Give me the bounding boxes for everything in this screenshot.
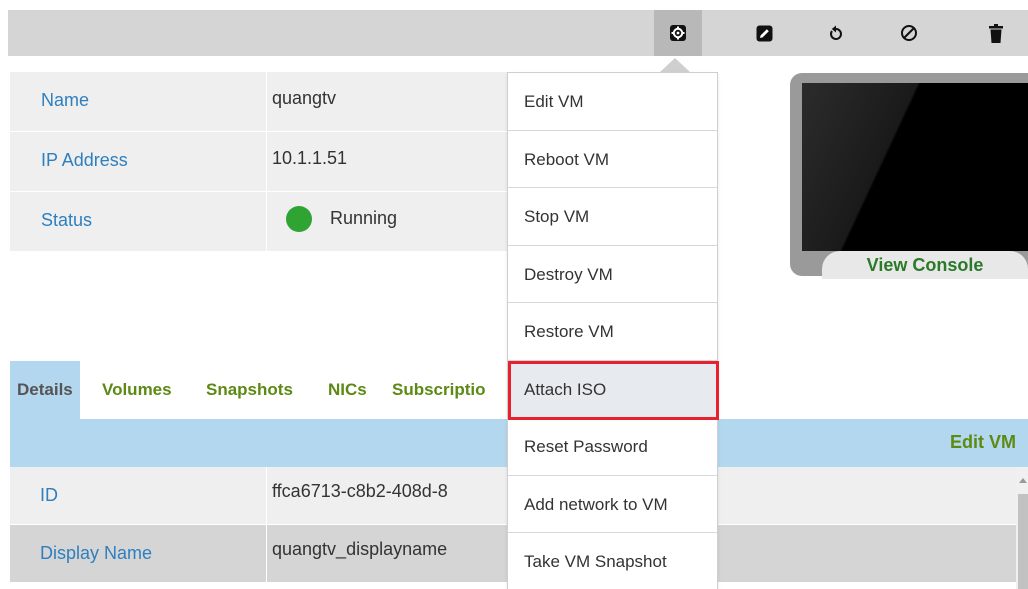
undo-icon xyxy=(830,25,842,40)
summary-row-status: Status Running xyxy=(10,192,526,252)
tab-subscriptions[interactable]: Subscriptio xyxy=(392,361,486,419)
summary-row-ip: IP Address 10.1.1.51 xyxy=(10,132,526,192)
column-divider xyxy=(266,467,267,525)
name-value: quangtv xyxy=(272,88,337,108)
status-indicator-icon xyxy=(286,206,312,232)
status-label: Status xyxy=(41,210,93,230)
ip-address-label: IP Address xyxy=(41,150,128,170)
circle-slash-icon xyxy=(901,25,917,41)
column-divider xyxy=(266,72,267,132)
scrollbar-thumb[interactable] xyxy=(1018,494,1028,589)
summary-row-name: Name quangtv xyxy=(10,72,526,132)
trash-icon xyxy=(989,23,1003,43)
gear-icon xyxy=(670,25,686,41)
menu-item-take-snapshot[interactable]: Take VM Snapshot xyxy=(508,533,717,589)
menu-item-restore-vm[interactable]: Restore VM xyxy=(508,303,717,361)
vm-actions-menu: Edit VM Reboot VM Stop VM Destroy VM Res… xyxy=(507,72,718,589)
console-preview[interactable]: View Console xyxy=(790,73,1028,279)
menu-item-reboot-vm[interactable]: Reboot VM xyxy=(508,130,717,188)
name-label: Name xyxy=(41,90,90,110)
id-value: ffca6713-c8b2-408d-8 xyxy=(272,481,448,501)
id-label: ID xyxy=(40,485,58,505)
tab-snapshots[interactable]: Snapshots xyxy=(206,361,293,419)
display-name-value: quangtv_displayname xyxy=(272,539,448,559)
status-value: Running xyxy=(330,208,398,228)
console-screen[interactable] xyxy=(802,83,1028,251)
menu-item-reset-password[interactable]: Reset Password xyxy=(508,418,717,476)
vm-summary-table: Name quangtv IP Address 10.1.1.51 Status… xyxy=(10,72,526,252)
menu-item-attach-iso[interactable]: Attach ISO xyxy=(508,360,717,418)
display-name-label: Display Name xyxy=(40,543,153,563)
pencil-icon xyxy=(756,25,772,41)
menu-item-destroy-vm[interactable]: Destroy VM xyxy=(508,245,717,303)
settings-button[interactable] xyxy=(654,10,702,56)
column-divider xyxy=(266,132,267,192)
tab-nics[interactable]: NICs xyxy=(328,361,367,419)
delete-button[interactable] xyxy=(972,10,1020,56)
menu-pointer xyxy=(660,58,690,72)
menu-item-stop-vm[interactable]: Stop VM xyxy=(508,188,717,246)
tab-details[interactable]: Details xyxy=(10,361,80,419)
scroll-up-icon[interactable] xyxy=(1019,478,1027,483)
menu-item-edit-vm[interactable]: Edit VM xyxy=(508,73,717,131)
column-divider xyxy=(266,192,267,252)
menu-item-add-network[interactable]: Add network to VM xyxy=(508,475,717,533)
edit-button[interactable] xyxy=(740,10,788,56)
vm-action-toolbar xyxy=(8,10,1028,56)
view-console-button[interactable]: View Console xyxy=(822,251,1028,279)
column-divider xyxy=(266,525,267,583)
stop-button[interactable] xyxy=(885,10,933,56)
edit-vm-link[interactable]: Edit VM xyxy=(950,432,1016,453)
detail-tabs: Details Volumes Snapshots NICs Subscript… xyxy=(10,361,516,419)
ip-address-value: 10.1.1.51 xyxy=(272,148,348,168)
tab-volumes[interactable]: Volumes xyxy=(102,361,172,419)
reset-button[interactable] xyxy=(812,10,860,56)
